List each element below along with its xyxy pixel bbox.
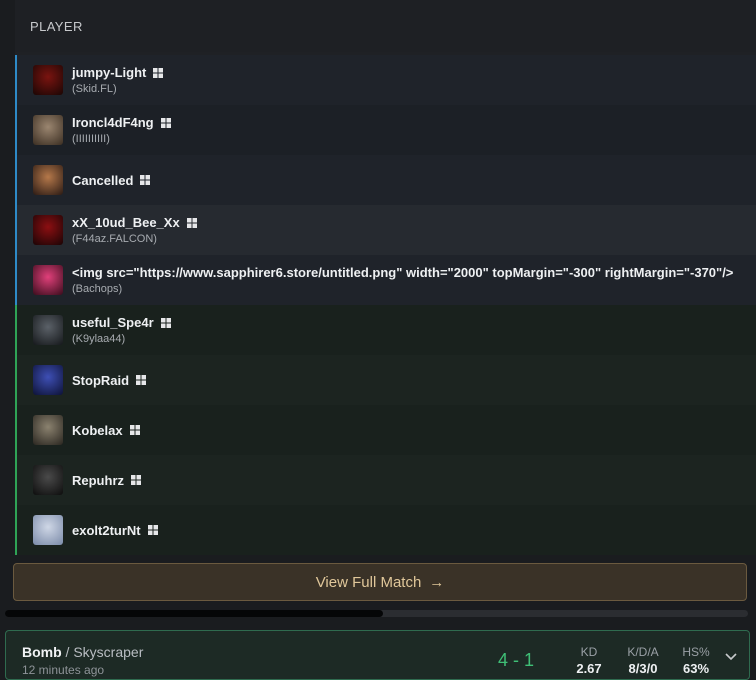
player-avatar[interactable] xyxy=(33,165,63,195)
player-name-line: Kobelax xyxy=(72,423,140,438)
match-card[interactable]: Bomb / Skyscraper 12 minutes ago 4 - 1 K… xyxy=(5,630,750,680)
player-name-line: Repuhrz xyxy=(72,473,141,488)
player-name-line: exolt2turNt xyxy=(72,523,158,538)
player-row[interactable]: Ironcl4dF4ng (IIIIIIIIII) xyxy=(15,105,756,155)
player-avatar[interactable] xyxy=(33,515,63,545)
player-info: exolt2turNt xyxy=(72,523,158,538)
player-info: useful_Spe4r (K9ylaa44) xyxy=(72,315,171,345)
chevron-down-icon[interactable] xyxy=(724,649,738,663)
player-row[interactable]: StopRaid xyxy=(15,355,756,405)
stat-kd-label: KD xyxy=(580,645,598,659)
player-info: Cancelled xyxy=(72,173,151,188)
stat-kda: K/D/A 8/3/0 xyxy=(618,645,668,676)
horizontal-scrollbar[interactable] xyxy=(5,610,748,617)
windows-icon xyxy=(136,375,147,385)
player-info: jumpy-Light (Skid.FL) xyxy=(72,65,164,95)
player-name[interactable]: Kobelax xyxy=(72,423,123,438)
player-name-line: Cancelled xyxy=(72,173,151,188)
player-avatar[interactable] xyxy=(33,315,63,345)
player-name[interactable]: Cancelled xyxy=(72,173,133,188)
player-info: Repuhrz xyxy=(72,473,141,488)
match-mode-map: Bomb / Skyscraper xyxy=(22,644,143,660)
player-avatar[interactable] xyxy=(33,465,63,495)
player-row[interactable]: jumpy-Light (Skid.FL) xyxy=(15,55,756,105)
player-info: Ironcl4dF4ng (IIIIIIIIII) xyxy=(72,115,171,145)
arrow-right-icon: → xyxy=(429,573,445,591)
player-name[interactable]: useful_Spe4r xyxy=(72,315,154,330)
player-avatar[interactable] xyxy=(33,115,63,145)
player-row[interactable]: Cancelled xyxy=(15,155,756,205)
match-map: Skyscraper xyxy=(73,644,144,660)
player-info: Kobelax xyxy=(72,423,140,438)
stat-kd: KD 2.67 xyxy=(569,645,609,676)
player-row[interactable]: useful_Spe4r (K9ylaa44) xyxy=(15,305,756,355)
scrollbar-thumb[interactable] xyxy=(5,610,383,617)
player-name-line: StopRaid xyxy=(72,373,147,388)
player-name[interactable]: Repuhrz xyxy=(72,473,124,488)
match-score: 4 - 1 xyxy=(498,650,535,670)
player-row[interactable]: exolt2turNt xyxy=(15,505,756,555)
player-alias: (K9ylaa44) xyxy=(72,333,126,345)
player-info: xX_10ud_Bee_Xx (F44az.FALCON) xyxy=(72,215,197,245)
windows-icon xyxy=(147,525,158,535)
player-row[interactable]: Kobelax xyxy=(15,405,756,455)
player-name-line: jumpy-Light xyxy=(72,65,164,80)
player-row[interactable]: <img src="https://www.sapphirer6.store/u… xyxy=(15,255,756,305)
view-full-match-button[interactable]: View Full Match → xyxy=(13,563,747,601)
windows-icon xyxy=(131,475,141,485)
windows-icon xyxy=(160,317,171,328)
player-name-line: xX_10ud_Bee_Xx xyxy=(72,215,197,230)
player-name-line: useful_Spe4r xyxy=(72,315,171,330)
player-info: <img src="https://www.sapphirer6.store/u… xyxy=(72,265,733,295)
windows-icon xyxy=(153,67,164,78)
scoreboard-panel: PLAYER jumpy-Light (Skid.FL) Ironcl4dF4ng (… xyxy=(15,0,756,555)
player-alias: (Bachops) xyxy=(72,283,123,295)
match-separator: / xyxy=(61,644,74,660)
player-row[interactable]: xX_10ud_Bee_Xx (F44az.FALCON) xyxy=(15,205,756,255)
windows-icon xyxy=(129,425,140,435)
player-name[interactable]: jumpy-Light xyxy=(72,65,146,80)
player-name[interactable]: xX_10ud_Bee_Xx xyxy=(72,215,180,230)
player-name[interactable]: StopRaid xyxy=(72,373,129,388)
view-full-match-label: View Full Match xyxy=(315,573,422,591)
player-name-line: Ironcl4dF4ng xyxy=(72,115,171,130)
stat-kda-label: K/D/A xyxy=(627,645,659,659)
player-avatar[interactable] xyxy=(33,65,63,95)
player-alias: (Skid.FL) xyxy=(72,83,117,95)
player-avatar[interactable] xyxy=(33,265,63,295)
player-name[interactable]: <img src="https://www.sapphirer6.store/u… xyxy=(72,265,733,280)
match-mode: Bomb xyxy=(22,644,62,660)
windows-icon xyxy=(186,217,197,228)
player-info: StopRaid xyxy=(72,373,147,388)
player-column-header: PLAYER xyxy=(15,0,756,52)
windows-icon xyxy=(160,117,171,128)
windows-icon xyxy=(140,175,151,185)
player-avatar[interactable] xyxy=(33,215,63,245)
player-name-line: <img src="https://www.sapphirer6.store/u… xyxy=(72,265,733,280)
player-avatar[interactable] xyxy=(33,365,63,395)
player-name[interactable]: Ironcl4dF4ng xyxy=(72,115,154,130)
player-alias: (F44az.FALCON) xyxy=(72,233,157,245)
player-alias: (IIIIIIIIII) xyxy=(72,133,110,145)
stat-hs: HS% 63% xyxy=(676,645,716,676)
player-avatar[interactable] xyxy=(33,415,63,445)
stat-hs-label: HS% xyxy=(682,645,710,659)
player-row[interactable]: Repuhrz xyxy=(15,455,756,505)
player-name[interactable]: exolt2turNt xyxy=(72,523,141,538)
match-time: 12 minutes ago xyxy=(22,663,105,677)
